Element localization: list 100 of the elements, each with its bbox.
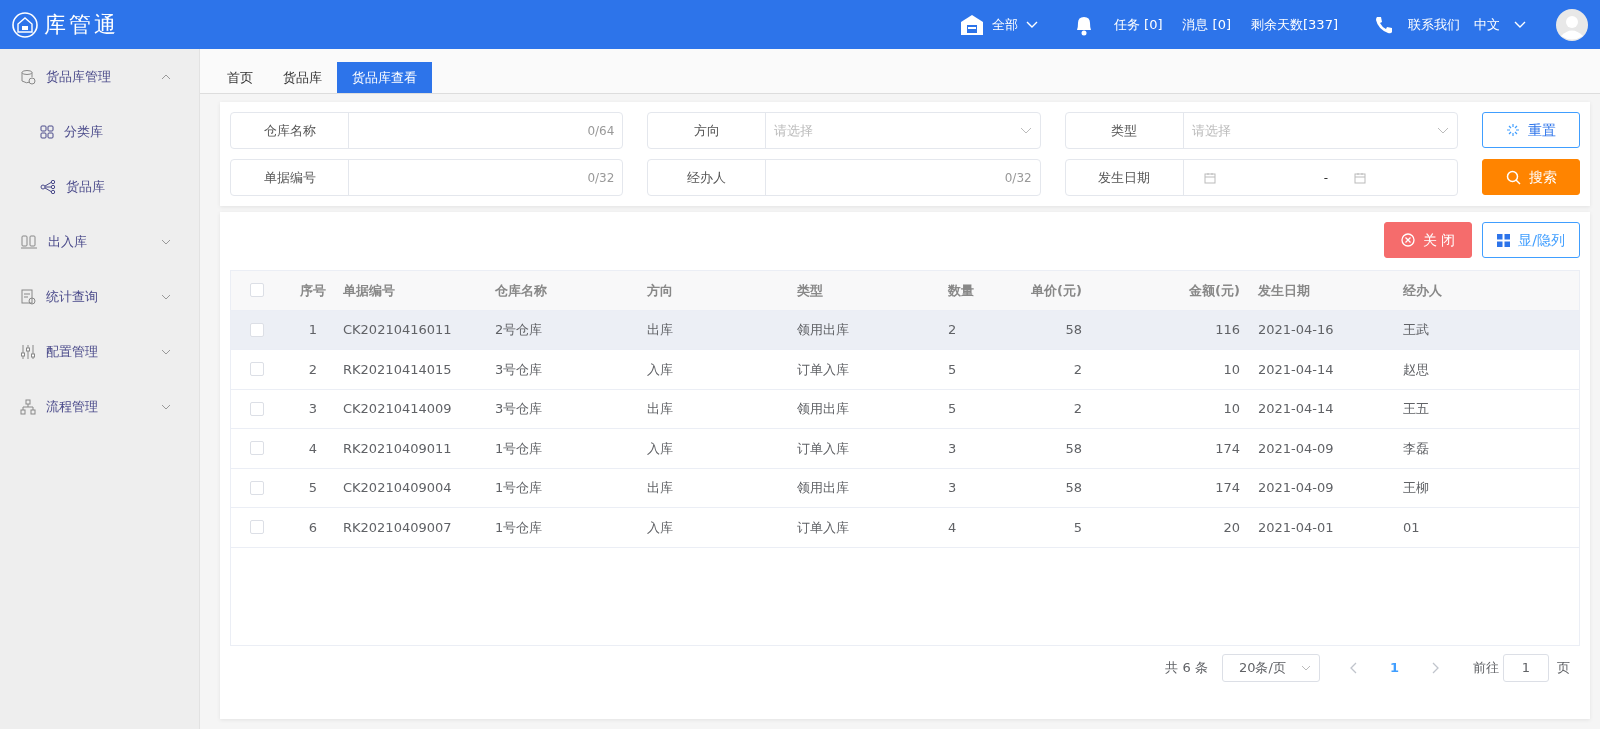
sidebar-subitem[interactable]: 分类库 bbox=[64, 121, 103, 142]
table-cell-text: 174 bbox=[1214, 479, 1241, 497]
chevron-down-icon[interactable] bbox=[161, 348, 171, 355]
table-cell-text: 2 bbox=[1072, 360, 1083, 379]
table-cell-text: RK20210409007 bbox=[343, 518, 453, 537]
sliders-icon bbox=[20, 343, 36, 360]
column-header: 金额(元) bbox=[1188, 281, 1241, 300]
page-size-select[interactable]: 20条/页 bbox=[1221, 654, 1320, 682]
phone-icon bbox=[1374, 14, 1394, 35]
table-cell-text: 出库 bbox=[647, 400, 674, 418]
chevron-down-icon[interactable] bbox=[161, 403, 171, 410]
search-icon bbox=[1505, 169, 1521, 185]
sidebar-item[interactable]: 流程管理 bbox=[46, 396, 98, 417]
table-cell-text: 01 bbox=[1403, 518, 1421, 537]
table-row[interactable]: 3 CK20210414009 3号仓库 出库 领用出库 5 2 10 2021-04-14 王五 bbox=[231, 389, 1579, 429]
row-checkbox[interactable] bbox=[250, 520, 264, 535]
language-selector[interactable]: 中文 bbox=[1474, 14, 1500, 35]
sidebar-item[interactable]: 配置管理 bbox=[46, 341, 98, 362]
table-row[interactable]: 6 RK20210409007 1号仓库 入库 订单入库 4 5 20 2021-04-01 01 bbox=[231, 508, 1579, 548]
chevron-down-icon[interactable] bbox=[161, 238, 171, 245]
column-header: 数量 bbox=[948, 281, 975, 300]
table-cell-text: 领用出库 bbox=[797, 400, 850, 418]
logo-icon bbox=[12, 11, 38, 38]
page-suffix: 页 bbox=[1557, 659, 1570, 678]
sidebar-subitem[interactable]: 货品库 bbox=[66, 176, 105, 197]
row-checkbox[interactable] bbox=[250, 480, 264, 495]
row-checkbox[interactable] bbox=[250, 441, 264, 456]
page-input[interactable]: 1 bbox=[1503, 654, 1549, 682]
table-cell-text: 1号仓库 bbox=[495, 518, 544, 537]
table-cell-text: 赵思 bbox=[1403, 360, 1430, 379]
table-cell-text: 5 bbox=[307, 479, 319, 497]
select-all-checkbox[interactable] bbox=[250, 283, 264, 298]
tab[interactable]: 首页 bbox=[212, 61, 268, 93]
contact-link[interactable]: 联系我们 bbox=[1408, 14, 1460, 35]
warehouse-selector[interactable]: 全部 bbox=[991, 14, 1018, 35]
sidebar-item[interactable]: 货品库管理 bbox=[46, 66, 111, 87]
total-count: 共 6 条 bbox=[1165, 659, 1208, 678]
share-icon bbox=[40, 179, 56, 194]
column-header: 序号 bbox=[299, 281, 327, 300]
chevron-down-icon[interactable] bbox=[161, 293, 171, 300]
avatar-icon[interactable] bbox=[1556, 8, 1588, 41]
table-cell-text: 王五 bbox=[1403, 400, 1430, 418]
table-cell-text: 领用出库 bbox=[797, 479, 850, 497]
table-cell-text: CK20210409004 bbox=[343, 479, 453, 497]
table-cell-text: 1号仓库 bbox=[495, 439, 544, 458]
next-page-icon[interactable] bbox=[1431, 662, 1439, 674]
sidebar-item[interactable]: 出入库 bbox=[48, 231, 87, 252]
table-cell-text: 58 bbox=[1064, 321, 1083, 339]
table-cell-text: 3号仓库 bbox=[495, 360, 544, 379]
table-cell-text: 2021-04-16 bbox=[1257, 321, 1335, 339]
table-cell-text: 4 bbox=[307, 439, 319, 458]
table-cell-text: 王武 bbox=[1403, 321, 1430, 339]
table-cell-text: 李磊 bbox=[1403, 439, 1430, 458]
table-cell-text: RK20210414015 bbox=[343, 360, 453, 379]
prev-page-icon[interactable] bbox=[1349, 662, 1358, 674]
report-icon bbox=[20, 288, 36, 305]
row-checkbox[interactable] bbox=[250, 401, 264, 416]
column-header: 单价(元) bbox=[1030, 281, 1083, 300]
table-cell-text: 4 bbox=[948, 518, 958, 537]
table-cell-text: 1号仓库 bbox=[495, 479, 544, 497]
column-header: 类型 bbox=[797, 281, 824, 300]
table-row[interactable]: 2 RK20210414015 3号仓库 入库 订单入库 5 2 10 2021-04-14 赵思 bbox=[231, 350, 1579, 390]
table-cell-text: 3号仓库 bbox=[495, 400, 544, 418]
table-cell-text: 领用出库 bbox=[797, 321, 850, 339]
table-cell-text: 6 bbox=[307, 518, 319, 537]
column-header: 方向 bbox=[647, 281, 674, 300]
table-cell-text: 2021-04-09 bbox=[1257, 439, 1335, 458]
table-row[interactable]: 1 CK20210416011 2号仓库 出库 领用出库 2 58 116 2021-04-16 王武 bbox=[231, 310, 1579, 350]
inout-icon bbox=[20, 233, 38, 250]
table-cell-text: 出库 bbox=[647, 479, 674, 497]
tab[interactable]: 货品库 bbox=[268, 61, 337, 93]
column-header: 发生日期 bbox=[1257, 281, 1311, 300]
table-cell-text: 174 bbox=[1214, 439, 1241, 458]
days-left-text: 剩余天数[337] bbox=[1251, 15, 1338, 34]
table-cell-text: 2021-04-01 bbox=[1257, 518, 1335, 537]
chevron-up-icon[interactable] bbox=[161, 73, 171, 80]
table-cell-text: 2 bbox=[307, 360, 319, 379]
grid-icon bbox=[40, 124, 54, 139]
table-cell-text: 3 bbox=[948, 439, 958, 458]
loading-icon bbox=[1506, 123, 1520, 137]
table-row[interactable]: 4 RK20210409011 1号仓库 入库 订单入库 3 58 174 2021-04-09 李磊 bbox=[231, 429, 1579, 469]
table-cell-text: 入库 bbox=[647, 439, 674, 458]
sidebar-item[interactable]: 统计查询 bbox=[46, 286, 98, 307]
table-cell-text: 2号仓库 bbox=[495, 321, 544, 339]
column-header: 单据编号 bbox=[343, 281, 396, 300]
tab[interactable]: 货品库查看 bbox=[337, 61, 432, 93]
table-cell-text: 3 bbox=[948, 479, 958, 497]
reset-button[interactable]: 重置 bbox=[1482, 112, 1580, 148]
column-header: 经办人 bbox=[1403, 281, 1443, 300]
table-cell-text: 10 bbox=[1222, 400, 1241, 418]
row-checkbox[interactable] bbox=[250, 322, 264, 337]
tasks-link[interactable]: 任务 [0] bbox=[1113, 14, 1163, 35]
row-checkbox[interactable] bbox=[250, 362, 264, 377]
table-cell-text: 出库 bbox=[647, 321, 674, 339]
table-row[interactable]: 5 CK20210409004 1号仓库 出库 领用出库 3 58 174 2021-04-09 王柳 bbox=[231, 468, 1579, 508]
table-cell-text: 5 bbox=[948, 400, 958, 418]
table-cell-text: 2 bbox=[1072, 400, 1083, 418]
messages-link[interactable]: 消息 [0] bbox=[1182, 14, 1232, 35]
table-cell-text: 1 bbox=[307, 321, 319, 339]
close-circle-icon bbox=[1400, 233, 1415, 247]
